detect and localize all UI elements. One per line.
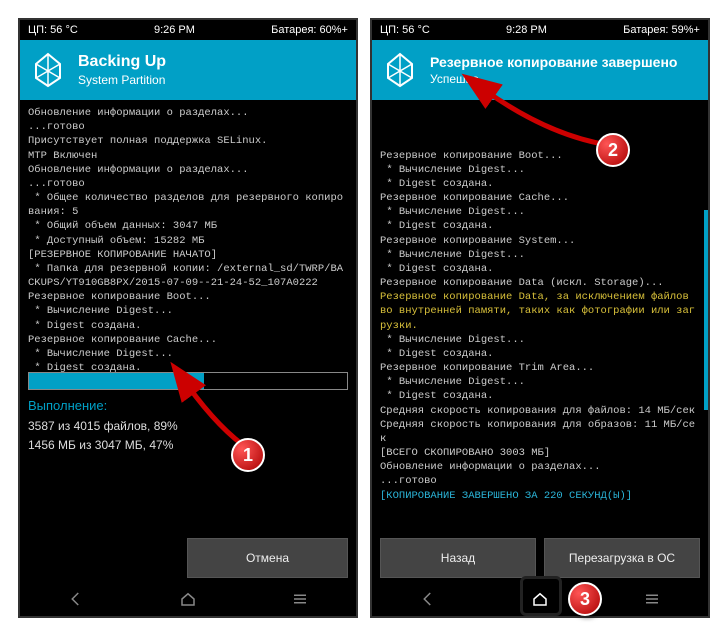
console-line: Резервное копирование Boot... <box>28 290 348 304</box>
console-line: * Общий объем данных: 3047 МБ <box>28 219 348 233</box>
console-line: [КОПИРОВАНИЕ ЗАВЕРШЕНО ЗА 220 СЕКУНД(Ы)] <box>380 489 700 503</box>
twrp-logo-icon <box>380 50 420 90</box>
header-subtitle: System Partition <box>78 73 166 87</box>
cpu-temp: ЦП: 56 °C <box>28 24 78 36</box>
navbar <box>20 582 356 616</box>
console-line: Резервное копирование Data (искл. Storag… <box>380 276 700 290</box>
progress-label: Выполнение: <box>20 390 356 417</box>
console-line: * Вычисление Digest... <box>380 333 700 347</box>
twrp-header: Резервное копирование завершено Успешно <box>372 40 708 100</box>
annotation-badge-2: 2 <box>596 133 630 167</box>
battery: Батарея: 60%+ <box>271 24 348 36</box>
console-line: Обновление информации о разделах... <box>28 163 348 177</box>
annotation-badge-3: 3 <box>568 582 602 616</box>
statusbar: ЦП: 56 °C 9:26 PM Батарея: 60%+ <box>20 20 356 40</box>
console-line: * Digest создана. <box>380 219 700 233</box>
console-line: * Digest создана. <box>28 319 348 333</box>
console-line: * Вычисление Digest... <box>28 304 348 318</box>
console-line: * Digest создана. <box>380 389 700 403</box>
scroll-indicator[interactable] <box>704 210 708 410</box>
console-line: * Доступный объем: 15282 МБ <box>28 234 348 248</box>
console-line: Средняя скорость копирования для файлов:… <box>380 404 700 418</box>
console-output[interactable]: Резервное копирование Boot... * Вычислен… <box>372 100 708 490</box>
battery: Батарея: 59%+ <box>623 24 700 36</box>
console-line: Резервное копирование Boot... <box>380 149 700 163</box>
header-title: Резервное копирование завершено <box>430 54 677 70</box>
cancel-button[interactable]: Отмена <box>187 538 348 578</box>
console-line: * Вычисление Digest... <box>380 163 700 177</box>
progress-size: 1456 МБ из 3047 МБ, 47% <box>28 436 348 455</box>
console-line: MTP Включен <box>28 149 348 163</box>
header-title: Backing Up <box>78 53 166 71</box>
header-subtitle: Успешно <box>430 72 677 86</box>
twrp-logo-icon <box>28 50 68 90</box>
console-line: * Папка для резервной копии: /external_s… <box>28 262 348 290</box>
console-line: * Вычисление Digest... <box>380 375 700 389</box>
console-line: Присутствует полная поддержка SELinux. <box>28 134 348 148</box>
console-line: ...готово <box>380 474 700 488</box>
console-line: ...готово <box>28 177 348 191</box>
console-line: * Digest создана. <box>380 347 700 361</box>
console-line: * Вычисление Digest... <box>28 347 348 361</box>
nav-menu-icon[interactable] <box>641 588 663 610</box>
console-line: * Вычисление Digest... <box>380 248 700 262</box>
console-line: Обновление информации о разделах... <box>380 460 700 474</box>
twrp-header: Backing Up System Partition <box>20 40 356 100</box>
console-line: Резервное копирование Cache... <box>380 191 700 205</box>
nav-home-icon[interactable] <box>177 588 199 610</box>
console-line: * Общее количество разделов для резервно… <box>28 191 348 219</box>
annotation-badge-1: 1 <box>231 438 265 472</box>
console-output[interactable]: Обновление информации о разделах......го… <box>20 100 356 360</box>
nav-back-icon[interactable] <box>417 588 439 610</box>
console-line: * Вычисление Digest... <box>380 205 700 219</box>
back-button[interactable]: Назад <box>380 538 536 578</box>
console-line: Резервное копирование Trim Area... <box>380 361 700 375</box>
cpu-temp: ЦП: 56 °C <box>380 24 430 36</box>
phone-left: ЦП: 56 °C 9:26 PM Батарея: 60%+ Backing … <box>18 18 358 618</box>
console-line: * Digest создана. <box>380 177 700 191</box>
console-line: * Digest создана. <box>380 262 700 276</box>
reboot-button[interactable]: Перезагрузка в ОС <box>544 538 700 578</box>
console-line: Средняя скорость копирования для образов… <box>380 418 700 446</box>
console-line: [ВСЕГО СКОПИРОВАНО 3003 МБ] <box>380 446 700 460</box>
statusbar: ЦП: 56 °C 9:28 PM Батарея: 59%+ <box>372 20 708 40</box>
console-line: Резервное копирование Data, за исключени… <box>380 290 700 333</box>
annotation-highlight-home <box>520 576 562 616</box>
clock: 9:26 PM <box>154 24 195 36</box>
progress-files: 3587 из 4015 файлов, 89% <box>28 417 348 436</box>
progress-fill <box>29 373 204 389</box>
console-line: [РЕЗЕРВНОЕ КОПИРОВАНИЕ НАЧАТО] <box>28 248 348 262</box>
console-line: Резервное копирование Cache... <box>28 333 348 347</box>
clock: 9:28 PM <box>506 24 547 36</box>
console-line: Обновление информации о разделах... <box>28 106 348 120</box>
progress-bar <box>28 372 348 390</box>
nav-back-icon[interactable] <box>65 588 87 610</box>
nav-menu-icon[interactable] <box>289 588 311 610</box>
console-line: Резервное копирование System... <box>380 234 700 248</box>
console-line: ...готово <box>28 120 348 134</box>
phone-right: ЦП: 56 °C 9:28 PM Батарея: 59%+ Резервно… <box>370 18 710 618</box>
